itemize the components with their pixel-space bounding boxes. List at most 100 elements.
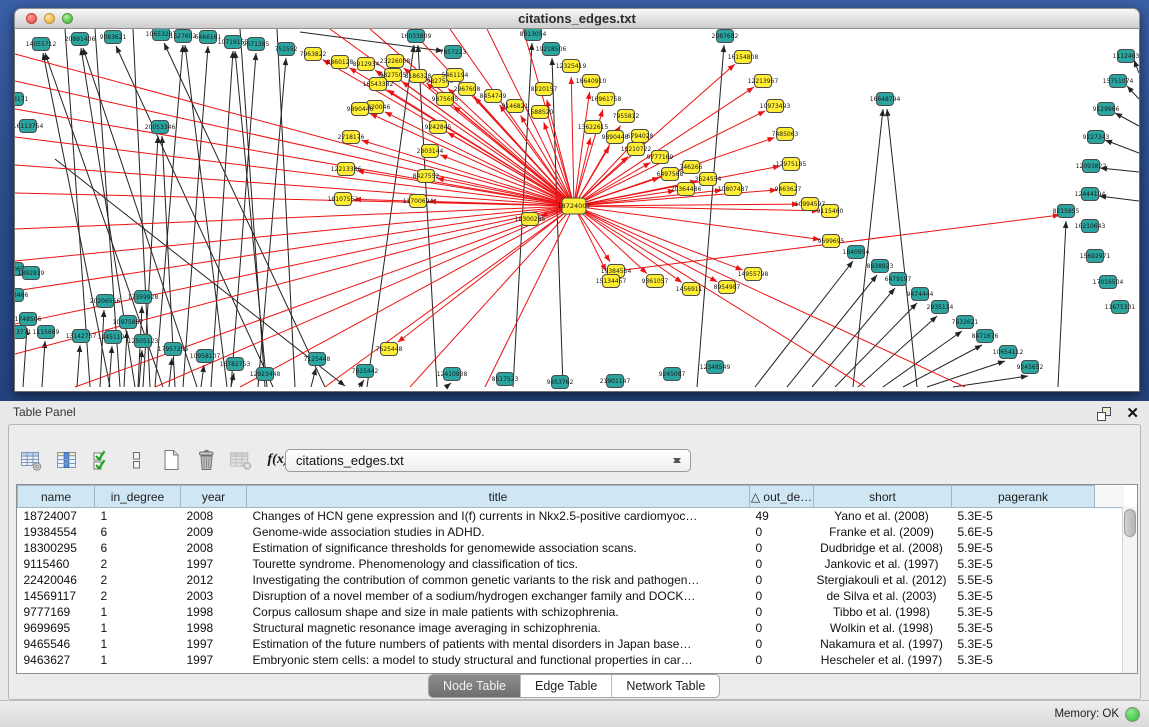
window-close-button[interactable]	[26, 13, 37, 24]
graph-node[interactable]: 18107552	[328, 193, 359, 206]
graph-node[interactable]: 18640910	[576, 75, 607, 88]
column-header[interactable]: pagerank	[952, 486, 1095, 508]
graph-node[interactable]: 8954987	[714, 281, 741, 294]
tab-node-table[interactable]: Node Table	[429, 675, 520, 697]
graph-node[interactable]: 12348549	[700, 361, 731, 374]
graph-node[interactable]: 1115689	[33, 326, 60, 339]
graph-node[interactable]: 11675331	[1105, 301, 1136, 314]
graph-node[interactable]: 14055712	[26, 38, 57, 51]
graph-node[interactable]: 9227343	[1083, 131, 1110, 144]
network-canvas[interactable]: 7963822886012889129342322605898275051654…	[14, 29, 1140, 392]
graph-node[interactable]: 20206556	[90, 295, 121, 308]
graph-node[interactable]: 9474444	[907, 288, 934, 301]
graph-node[interactable]: 2967608	[454, 83, 481, 96]
graph-node[interactable]: 17016504	[1093, 276, 1124, 289]
graph-node[interactable]: 20053346	[145, 121, 176, 134]
table-header-row[interactable]: namein_degreeyeartitle△ out_de…shortpage…	[18, 486, 1124, 508]
graph-node[interactable]: 10807487	[718, 183, 749, 196]
graph-node[interactable]: 8938923	[867, 260, 894, 273]
column-header[interactable]: short	[814, 486, 952, 508]
tab-network-table[interactable]: Network Table	[611, 675, 719, 697]
graph-node[interactable]: 9083621	[100, 31, 127, 44]
column-header[interactable]: △ out_de…	[750, 486, 814, 508]
table-row[interactable]: 2242004622012Investigating the contribut…	[18, 572, 1124, 588]
graph-node[interactable]: 3624554	[695, 173, 722, 186]
graph-node[interactable]: 6794028	[627, 130, 654, 143]
graph-node[interactable]: 7615442	[352, 365, 379, 378]
close-icon[interactable]: ✕	[1126, 406, 1139, 422]
graph-node[interactable]: 7955812	[613, 110, 640, 123]
table-row[interactable]: 1872400712008Changes of HCN gene express…	[18, 508, 1124, 525]
graph-node[interactable]: 12093822	[1076, 160, 1107, 173]
column-header[interactable]: year	[181, 486, 247, 508]
graph-node[interactable]: 2803144	[417, 145, 444, 158]
graph-node[interactable]: 751552	[275, 43, 298, 56]
graph-node[interactable]: 10654112	[993, 346, 1024, 359]
graph-node[interactable]: 3913771	[15, 326, 32, 339]
graph-node[interactable]: 16961758	[591, 93, 622, 106]
graph-node[interactable]: 16210643	[1075, 220, 1106, 233]
table-row[interactable]: 977716911998Corpus callosum shape and si…	[18, 604, 1124, 620]
graph-node[interactable]: 9245652	[1017, 361, 1044, 374]
graph-node[interactable]: 8913466	[15, 289, 29, 302]
graph-node[interactable]: 16113754	[15, 120, 43, 133]
graph-node[interactable]: 12410938	[437, 368, 468, 381]
graph-node[interactable]: 9361057	[642, 275, 669, 288]
graph-node[interactable]: 1112463	[1113, 50, 1139, 63]
graph-node[interactable]: 2087682	[712, 30, 739, 43]
graph-node[interactable]: 14569117	[676, 283, 707, 296]
graph-node[interactable]: 2935114	[927, 301, 954, 314]
column-header[interactable]: name	[18, 486, 95, 508]
scrollbar-thumb[interactable]	[1124, 509, 1136, 537]
graph-node[interactable]: 8471676	[972, 330, 999, 343]
graph-node[interactable]: 13142757	[66, 330, 97, 343]
graph-node[interactable]: 7125448	[304, 353, 331, 366]
table-row[interactable]: 969969511998Structural magnetic resonanc…	[18, 620, 1124, 636]
graph-node[interactable]: 12213967	[748, 75, 779, 88]
graph-node[interactable]: 11700694	[403, 195, 434, 208]
float-panel-icon[interactable]	[1094, 404, 1114, 424]
graph-node[interactable]: 1588520	[527, 106, 554, 119]
graph-node[interactable]: 8517523	[492, 373, 519, 386]
graph-node[interactable]: 12975185	[776, 158, 807, 171]
graph-node[interactable]: 19218506	[536, 43, 567, 56]
column-chooser-checklist-icon[interactable]	[89, 448, 113, 472]
graph-node[interactable]: 12444194	[1075, 188, 1106, 201]
graph-node[interactable]: 21901147	[600, 375, 631, 388]
column-header[interactable]: title	[247, 486, 750, 508]
graph-node[interactable]: 8860128	[327, 56, 354, 69]
graph-node[interactable]: 9242845	[425, 121, 452, 134]
window-minimize-button[interactable]	[44, 13, 55, 24]
graph-node[interactable]: 12505123	[128, 335, 159, 348]
table-row[interactable]: 1830029562008Estimation of significance …	[18, 540, 1124, 556]
row-height-icon[interactable]	[124, 448, 148, 472]
graph-node[interactable]: 15692971	[1080, 250, 1111, 263]
graph-node[interactable]: 9463627	[775, 183, 802, 196]
graph-node[interactable]: 20364486	[671, 183, 702, 196]
graph-node[interactable]: 9245087	[659, 368, 686, 381]
graph-node[interactable]: 7963822	[300, 48, 327, 61]
graph-node[interactable]: 6479197	[885, 273, 912, 286]
graph-node[interactable]: 8912934	[353, 58, 380, 71]
graph-node[interactable]: 12325419	[556, 60, 587, 73]
graph-node[interactable]: 17957255	[158, 343, 189, 356]
table-selector-dropdown[interactable]: citations_edges.txt	[285, 449, 691, 472]
new-table-icon[interactable]	[159, 448, 183, 472]
column-header[interactable]: in_degree	[95, 486, 181, 508]
table-row[interactable]: 946362711997Embryonic stem cells: a mode…	[18, 652, 1124, 668]
graph-node[interactable]: 16154808	[728, 51, 759, 64]
network-view-window[interactable]: citations_edges.txt 79638228860128891293…	[14, 8, 1140, 392]
graph-node[interactable]: 7485063	[772, 128, 799, 141]
graph-node[interactable]: 12923448	[250, 368, 281, 381]
show-columns-icon[interactable]	[54, 448, 78, 472]
table-vertical-scrollbar[interactable]	[1122, 507, 1137, 673]
delete-table-icon[interactable]	[194, 448, 218, 472]
graph-node[interactable]: 1640954	[843, 246, 870, 259]
graph-node[interactable]: 9146821	[502, 100, 529, 113]
graph-node[interactable]: 7632621	[952, 316, 979, 329]
table-row[interactable]: 911546021997Tourette syndrome. Phenomeno…	[18, 556, 1124, 572]
graph-node[interactable]: 9453762	[547, 376, 574, 389]
table-settings-icon[interactable]	[19, 448, 43, 472]
graph-node[interactable]: 9890448	[602, 131, 629, 144]
graph-node[interactable]: 20891406	[65, 33, 96, 46]
